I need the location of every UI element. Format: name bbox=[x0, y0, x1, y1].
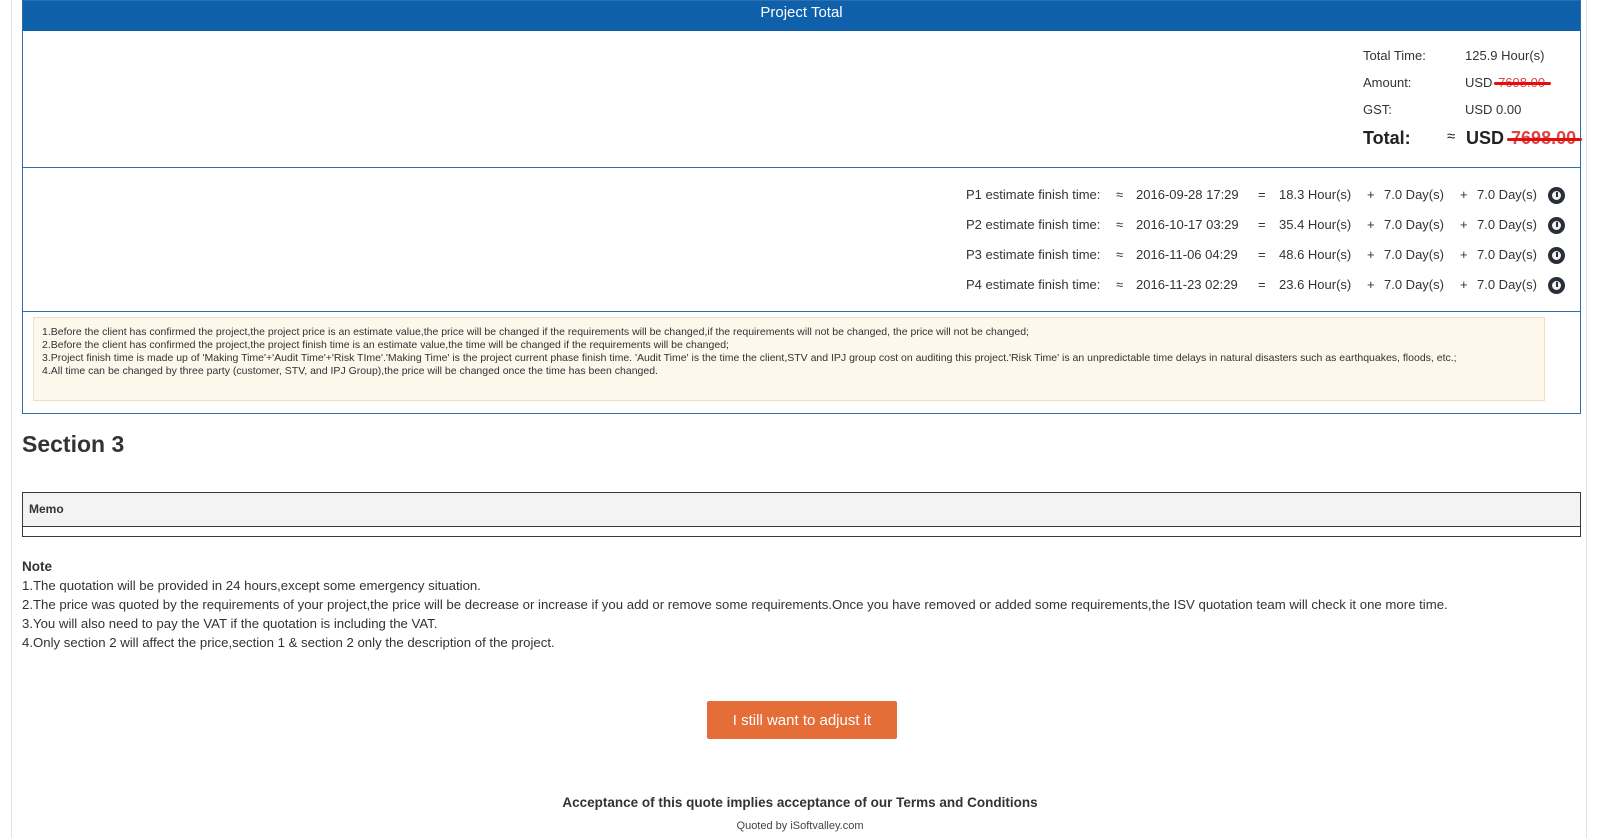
totals-section: Total Time: 125.9 Hour(s) Amount: USD 76… bbox=[23, 31, 1583, 168]
note-line: 4.Only section 2 will affect the price,s… bbox=[22, 635, 555, 650]
total-time-value: 125.9 Hour(s) bbox=[1465, 48, 1545, 63]
clock-icon[interactable] bbox=[1548, 187, 1565, 204]
quoted-by-text: Quoted by iSoftvalley.com bbox=[736, 820, 864, 832]
plus-symbol: + bbox=[1460, 247, 1468, 262]
risk-time: 7.0 Day(s) bbox=[1477, 277, 1537, 292]
adjust-quote-button[interactable]: I still want to adjust it bbox=[707, 701, 897, 739]
equals-symbol: = bbox=[1258, 217, 1266, 232]
estimate-datetime: 2016-09-28 17:29 bbox=[1136, 187, 1239, 202]
amount-redacted-value: 7698.00 bbox=[1494, 75, 1552, 90]
estimate-datetime: 2016-11-23 02:29 bbox=[1136, 277, 1238, 292]
risk-time: 7.0 Day(s) bbox=[1477, 217, 1537, 232]
estimate-datetime: 2016-11-06 04:29 bbox=[1136, 247, 1238, 262]
memo-table: Memo bbox=[22, 492, 1581, 537]
clock-icon[interactable] bbox=[1548, 217, 1565, 234]
disclaimer-line: 1.Before the client has confirmed the pr… bbox=[42, 326, 1029, 338]
making-time: 23.6 Hour(s) bbox=[1279, 277, 1352, 292]
approx-symbol: ≈ bbox=[1116, 217, 1124, 232]
risk-time: 7.0 Day(s) bbox=[1477, 187, 1537, 202]
plus-symbol: + bbox=[1460, 187, 1468, 202]
disclaimer-line: 3.Project finish time is made up of 'Mak… bbox=[42, 352, 1457, 364]
estimate-label: P3 estimate finish time: bbox=[966, 247, 1101, 262]
equals-symbol: = bbox=[1258, 277, 1266, 292]
terms-acceptance-text: Acceptance of this quote implies accepta… bbox=[562, 795, 1038, 810]
plus-symbol: + bbox=[1367, 247, 1375, 262]
making-time: 35.4 Hour(s) bbox=[1279, 217, 1352, 232]
project-total-header: Project Total bbox=[23, 1, 1580, 31]
note-block: Note 1.The quotation will be provided in… bbox=[22, 557, 1522, 652]
page-right-rule bbox=[1586, 0, 1587, 838]
risk-time: 7.0 Day(s) bbox=[1477, 247, 1537, 262]
gst-value: USD 0.00 bbox=[1465, 102, 1522, 117]
plus-symbol: + bbox=[1460, 217, 1468, 232]
estimate-finish-times: P1 estimate finish time: ≈ 2016-09-28 17… bbox=[23, 168, 1580, 312]
disclaimer-line: 2.Before the client has confirmed the pr… bbox=[42, 339, 729, 351]
amount-label: Amount: bbox=[1363, 75, 1412, 90]
note-line: 2.The price was quoted by the requiremen… bbox=[22, 597, 1448, 612]
plus-symbol: + bbox=[1367, 217, 1375, 232]
grand-total-value: USD 7698.00 bbox=[1466, 128, 1583, 149]
equals-symbol: = bbox=[1258, 247, 1266, 262]
equals-symbol: = bbox=[1258, 187, 1266, 202]
note-line: 1.The quotation will be provided in 24 h… bbox=[22, 578, 481, 593]
making-time: 18.3 Hour(s) bbox=[1279, 187, 1352, 202]
approx-symbol: ≈ bbox=[1116, 247, 1124, 262]
plus-symbol: + bbox=[1367, 187, 1375, 202]
memo-header: Memo bbox=[23, 493, 1580, 527]
amount-value: USD 7698.00 bbox=[1465, 75, 1552, 90]
disclaimer-line: 4.All time can be changed by three party… bbox=[42, 365, 658, 377]
audit-time: 7.0 Day(s) bbox=[1384, 217, 1444, 232]
section-3-title: Section 3 bbox=[22, 431, 125, 457]
plus-symbol: + bbox=[1460, 277, 1468, 292]
gst-label: GST: bbox=[1363, 102, 1392, 117]
clock-icon[interactable] bbox=[1548, 247, 1565, 264]
project-total-panel: Project Total Total Time: 125.9 Hour(s) … bbox=[22, 0, 1583, 414]
estimate-row: P3 estimate finish time: ≈ 2016-11-06 04… bbox=[23, 247, 1582, 269]
audit-time: 7.0 Day(s) bbox=[1384, 247, 1444, 262]
audit-time: 7.0 Day(s) bbox=[1384, 277, 1444, 292]
audit-time: 7.0 Day(s) bbox=[1384, 187, 1444, 202]
estimate-row: P2 estimate finish time: ≈ 2016-10-17 03… bbox=[23, 217, 1582, 239]
note-title: Note bbox=[22, 559, 52, 574]
plus-symbol: + bbox=[1367, 277, 1375, 292]
amount-currency: USD bbox=[1465, 75, 1493, 90]
note-line: 3.You will also need to pay the VAT if t… bbox=[22, 616, 438, 631]
page-left-rule bbox=[11, 0, 12, 838]
clock-icon[interactable] bbox=[1548, 277, 1565, 294]
grand-total-currency: USD bbox=[1466, 128, 1505, 148]
estimate-label: P4 estimate finish time: bbox=[966, 277, 1101, 292]
approx-symbol: ≈ bbox=[1447, 128, 1456, 145]
disclaimer-box: 1.Before the client has confirmed the pr… bbox=[33, 317, 1545, 401]
estimate-row: P1 estimate finish time: ≈ 2016-09-28 17… bbox=[23, 187, 1582, 209]
approx-symbol: ≈ bbox=[1116, 277, 1124, 292]
estimate-row: P4 estimate finish time: ≈ 2016-11-23 02… bbox=[23, 277, 1582, 299]
approx-symbol: ≈ bbox=[1116, 187, 1124, 202]
total-time-label: Total Time: bbox=[1363, 48, 1426, 63]
estimate-label: P1 estimate finish time: bbox=[966, 187, 1101, 202]
estimate-label: P2 estimate finish time: bbox=[966, 217, 1101, 232]
grand-total-label: Total: bbox=[1363, 128, 1411, 148]
grand-total-redacted-value: 7698.00 bbox=[1507, 128, 1583, 148]
estimate-datetime: 2016-10-17 03:29 bbox=[1136, 217, 1239, 232]
making-time: 48.6 Hour(s) bbox=[1279, 247, 1352, 262]
